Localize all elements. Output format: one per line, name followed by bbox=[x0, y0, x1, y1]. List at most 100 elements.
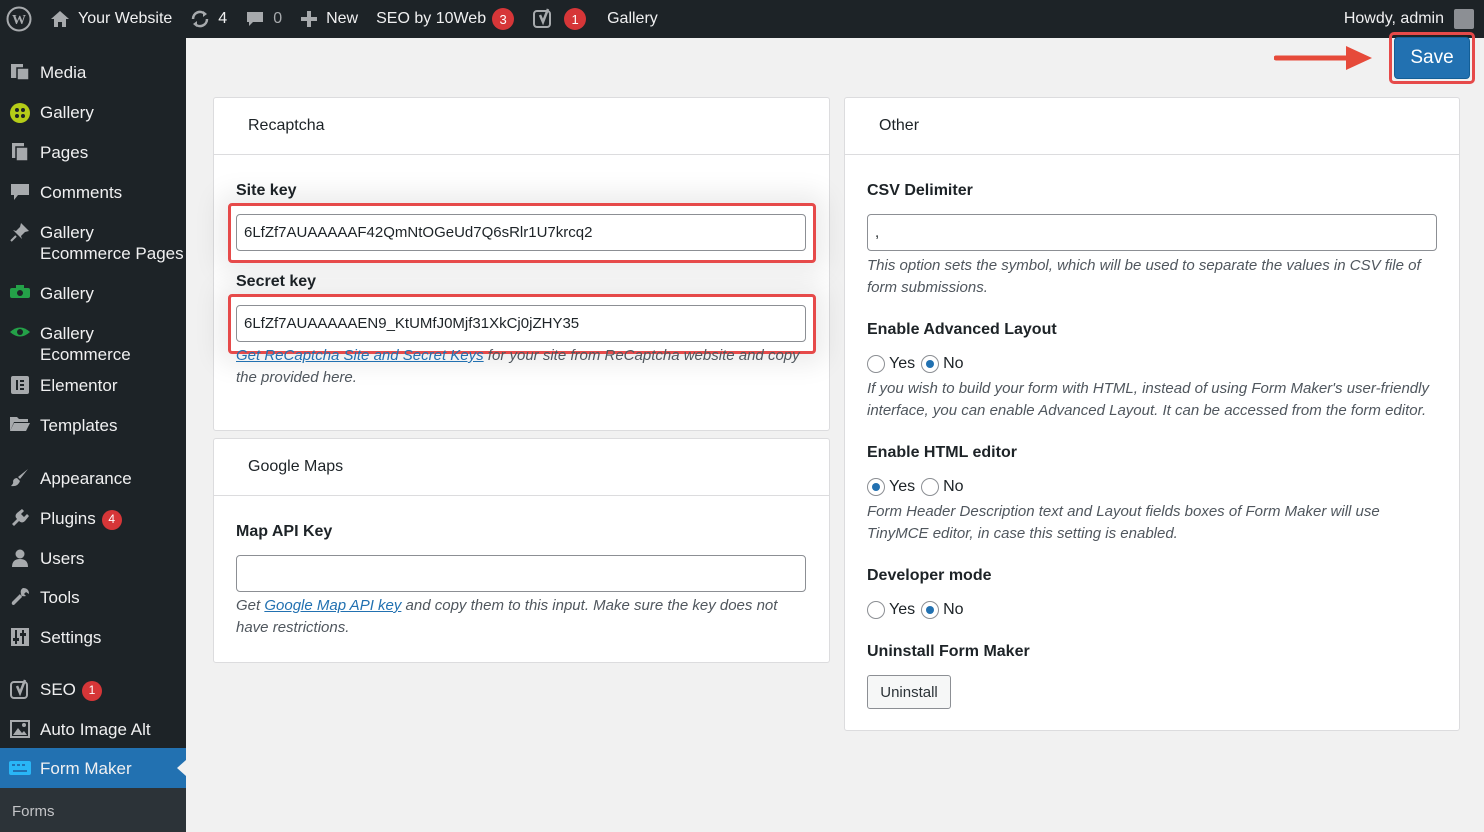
home-icon bbox=[50, 10, 70, 28]
recaptcha-keys-link[interactable]: Get ReCaptcha Site and Secret Keys bbox=[236, 347, 484, 364]
updates-link[interactable]: 4 bbox=[181, 0, 236, 38]
gallery-link[interactable]: Gallery bbox=[595, 0, 667, 38]
gallery-label: Gallery bbox=[607, 10, 658, 27]
submenu-item-forms[interactable]: Forms bbox=[12, 803, 55, 820]
active-menu-arrow bbox=[177, 760, 186, 776]
svg-text:W: W bbox=[12, 13, 26, 28]
csv-delimiter-label: CSV Delimiter bbox=[867, 182, 973, 199]
seo-10web-count: 3 bbox=[492, 8, 515, 30]
sidebar-item-tools[interactable]: Tools bbox=[0, 587, 186, 608]
google-maps-panel: Google Maps Map API Key Get Google Map A… bbox=[213, 438, 830, 663]
comments-link[interactable]: 0 bbox=[236, 0, 291, 38]
sidebar-item-pages[interactable]: Pages bbox=[0, 142, 186, 163]
settings-icon bbox=[0, 627, 40, 647]
sidebar-item-templates[interactable]: Templates bbox=[0, 415, 186, 436]
html-editor-yes-radio[interactable] bbox=[867, 478, 885, 496]
map-api-help: Get Google Map API key and copy them to … bbox=[236, 597, 778, 636]
developer-mode-no-radio[interactable] bbox=[921, 601, 940, 619]
arrow-right-icon bbox=[1274, 46, 1372, 70]
other-panel: Other CSV Delimiter , This option sets t… bbox=[844, 97, 1460, 731]
developer-mode-yes-radio[interactable] bbox=[867, 601, 885, 619]
map-api-key-label: Map API Key bbox=[236, 523, 333, 540]
pages-icon bbox=[0, 142, 40, 162]
media-icon bbox=[0, 62, 40, 82]
new-content-link[interactable]: New bbox=[291, 0, 367, 38]
camera-icon bbox=[0, 283, 40, 301]
uninstall-label: Uninstall Form Maker bbox=[867, 643, 1030, 660]
advanced-layout-radios: Yes No bbox=[867, 355, 970, 373]
developer-mode-radios: Yes No bbox=[867, 601, 970, 619]
plugin-icon bbox=[0, 508, 40, 528]
eye-icon bbox=[0, 323, 40, 341]
wordpress-logo[interactable]: W bbox=[0, 0, 41, 38]
seo-10web-link[interactable]: SEO by 10Web 3 bbox=[367, 0, 523, 38]
seo-label: SEO bbox=[40, 680, 76, 699]
sidebar-item-plugins[interactable]: Plugins 4 bbox=[0, 508, 186, 530]
site-key-label: Site key bbox=[236, 182, 297, 199]
html-editor-label: Enable HTML editor bbox=[867, 444, 1017, 461]
keyboard-icon bbox=[0, 760, 40, 776]
comments-count: 0 bbox=[273, 10, 283, 27]
comment-bubble-icon bbox=[245, 10, 265, 28]
comments-icon bbox=[0, 182, 40, 202]
site-key-input[interactable]: 6LfZf7AUAAAAAF42QmNtOGeUd7Q6sRlr1U7krcq2 bbox=[236, 214, 806, 251]
google-map-api-key-link[interactable]: Google Map API key bbox=[264, 597, 401, 614]
pin-icon bbox=[0, 222, 40, 242]
html-editor-no-radio[interactable] bbox=[921, 478, 940, 496]
gallery-icon bbox=[0, 102, 40, 124]
yoast-count: 1 bbox=[564, 8, 587, 30]
sidebar-item-gallery[interactable]: Gallery bbox=[0, 102, 186, 124]
recaptcha-panel: Recaptcha Site key 6LfZf7AUAAAAAF42QmNtO… bbox=[213, 97, 830, 431]
sidebar-item-media[interactable]: Media bbox=[0, 62, 186, 83]
brush-icon bbox=[0, 468, 40, 488]
sidebar-item-gallery-ecommerce-pages[interactable]: Gallery Ecommerce Pages bbox=[0, 222, 186, 264]
html-editor-radios: Yes No bbox=[867, 478, 970, 496]
secret-key-label: Secret key bbox=[236, 273, 317, 290]
sidebar-item-comments[interactable]: Comments bbox=[0, 182, 186, 203]
plugins-update-badge: 4 bbox=[101, 509, 122, 530]
yoast-icon bbox=[0, 679, 40, 701]
admin-bar: W Your Website 4 0 New SEO by 10Web 3 1 … bbox=[0, 0, 1484, 38]
avatar bbox=[1454, 9, 1474, 29]
sidebar-item-seo[interactable]: SEO 1 bbox=[0, 679, 186, 701]
html-editor-help: Form Header Description text and Layout … bbox=[867, 503, 1380, 542]
advanced-layout-yes-radio[interactable] bbox=[867, 355, 885, 373]
sidebar-item-users[interactable]: Users bbox=[0, 548, 186, 569]
sidebar-item-form-maker[interactable]: Form Maker bbox=[0, 748, 186, 788]
sidebar-item-auto-image-alt[interactable]: Auto Image Alt bbox=[0, 719, 186, 740]
elementor-icon bbox=[0, 375, 40, 395]
admin-sidebar: Media Gallery Pages Comments Gallery Eco… bbox=[0, 38, 186, 832]
new-label: New bbox=[326, 10, 359, 27]
secret-key-input[interactable]: 6LfZf7AUAAAAAEN9_KtUMfJ0Mjf31XkCj0jZHY35 bbox=[236, 305, 806, 342]
seo-10web-label: SEO by 10Web bbox=[376, 10, 487, 27]
plus-icon bbox=[300, 10, 318, 28]
updates-count: 4 bbox=[218, 10, 228, 27]
advanced-layout-no-radio[interactable] bbox=[921, 355, 940, 373]
other-title: Other bbox=[845, 98, 1459, 155]
csv-delimiter-input[interactable]: , bbox=[867, 214, 1437, 251]
plugins-label: Plugins bbox=[40, 509, 96, 528]
sidebar-item-settings[interactable]: Settings bbox=[0, 627, 186, 648]
google-maps-title: Google Maps bbox=[214, 439, 829, 496]
site-name: Your Website bbox=[78, 10, 173, 27]
uninstall-button[interactable]: Uninstall bbox=[867, 675, 951, 709]
advanced-layout-help: If you wish to build your form with HTML… bbox=[867, 380, 1429, 419]
howdy-text: Howdy, admin bbox=[1343, 10, 1444, 27]
sidebar-item-gallery-ecommerce[interactable]: Gallery Ecommerce bbox=[0, 323, 186, 365]
sidebar-item-appearance[interactable]: Appearance bbox=[0, 468, 186, 489]
wrench-icon bbox=[0, 587, 40, 607]
image-alt-icon bbox=[0, 719, 40, 739]
yoast-link[interactable]: 1 bbox=[523, 0, 595, 38]
recaptcha-help: Get ReCaptcha Site and Secret Keys for y… bbox=[236, 347, 800, 386]
user-icon bbox=[0, 548, 40, 568]
site-name-link[interactable]: Your Website bbox=[41, 0, 181, 38]
seo-badge: 1 bbox=[81, 680, 102, 701]
yoast-icon bbox=[532, 8, 554, 30]
developer-mode-label: Developer mode bbox=[867, 567, 992, 584]
wordpress-icon: W bbox=[6, 6, 32, 32]
sidebar-item-elementor[interactable]: Elementor bbox=[0, 375, 186, 396]
sidebar-item-gallery-2[interactable]: Gallery bbox=[0, 283, 186, 304]
map-api-key-input[interactable] bbox=[236, 555, 806, 592]
save-button[interactable]: Save bbox=[1395, 38, 1469, 78]
recaptcha-title: Recaptcha bbox=[214, 98, 829, 155]
